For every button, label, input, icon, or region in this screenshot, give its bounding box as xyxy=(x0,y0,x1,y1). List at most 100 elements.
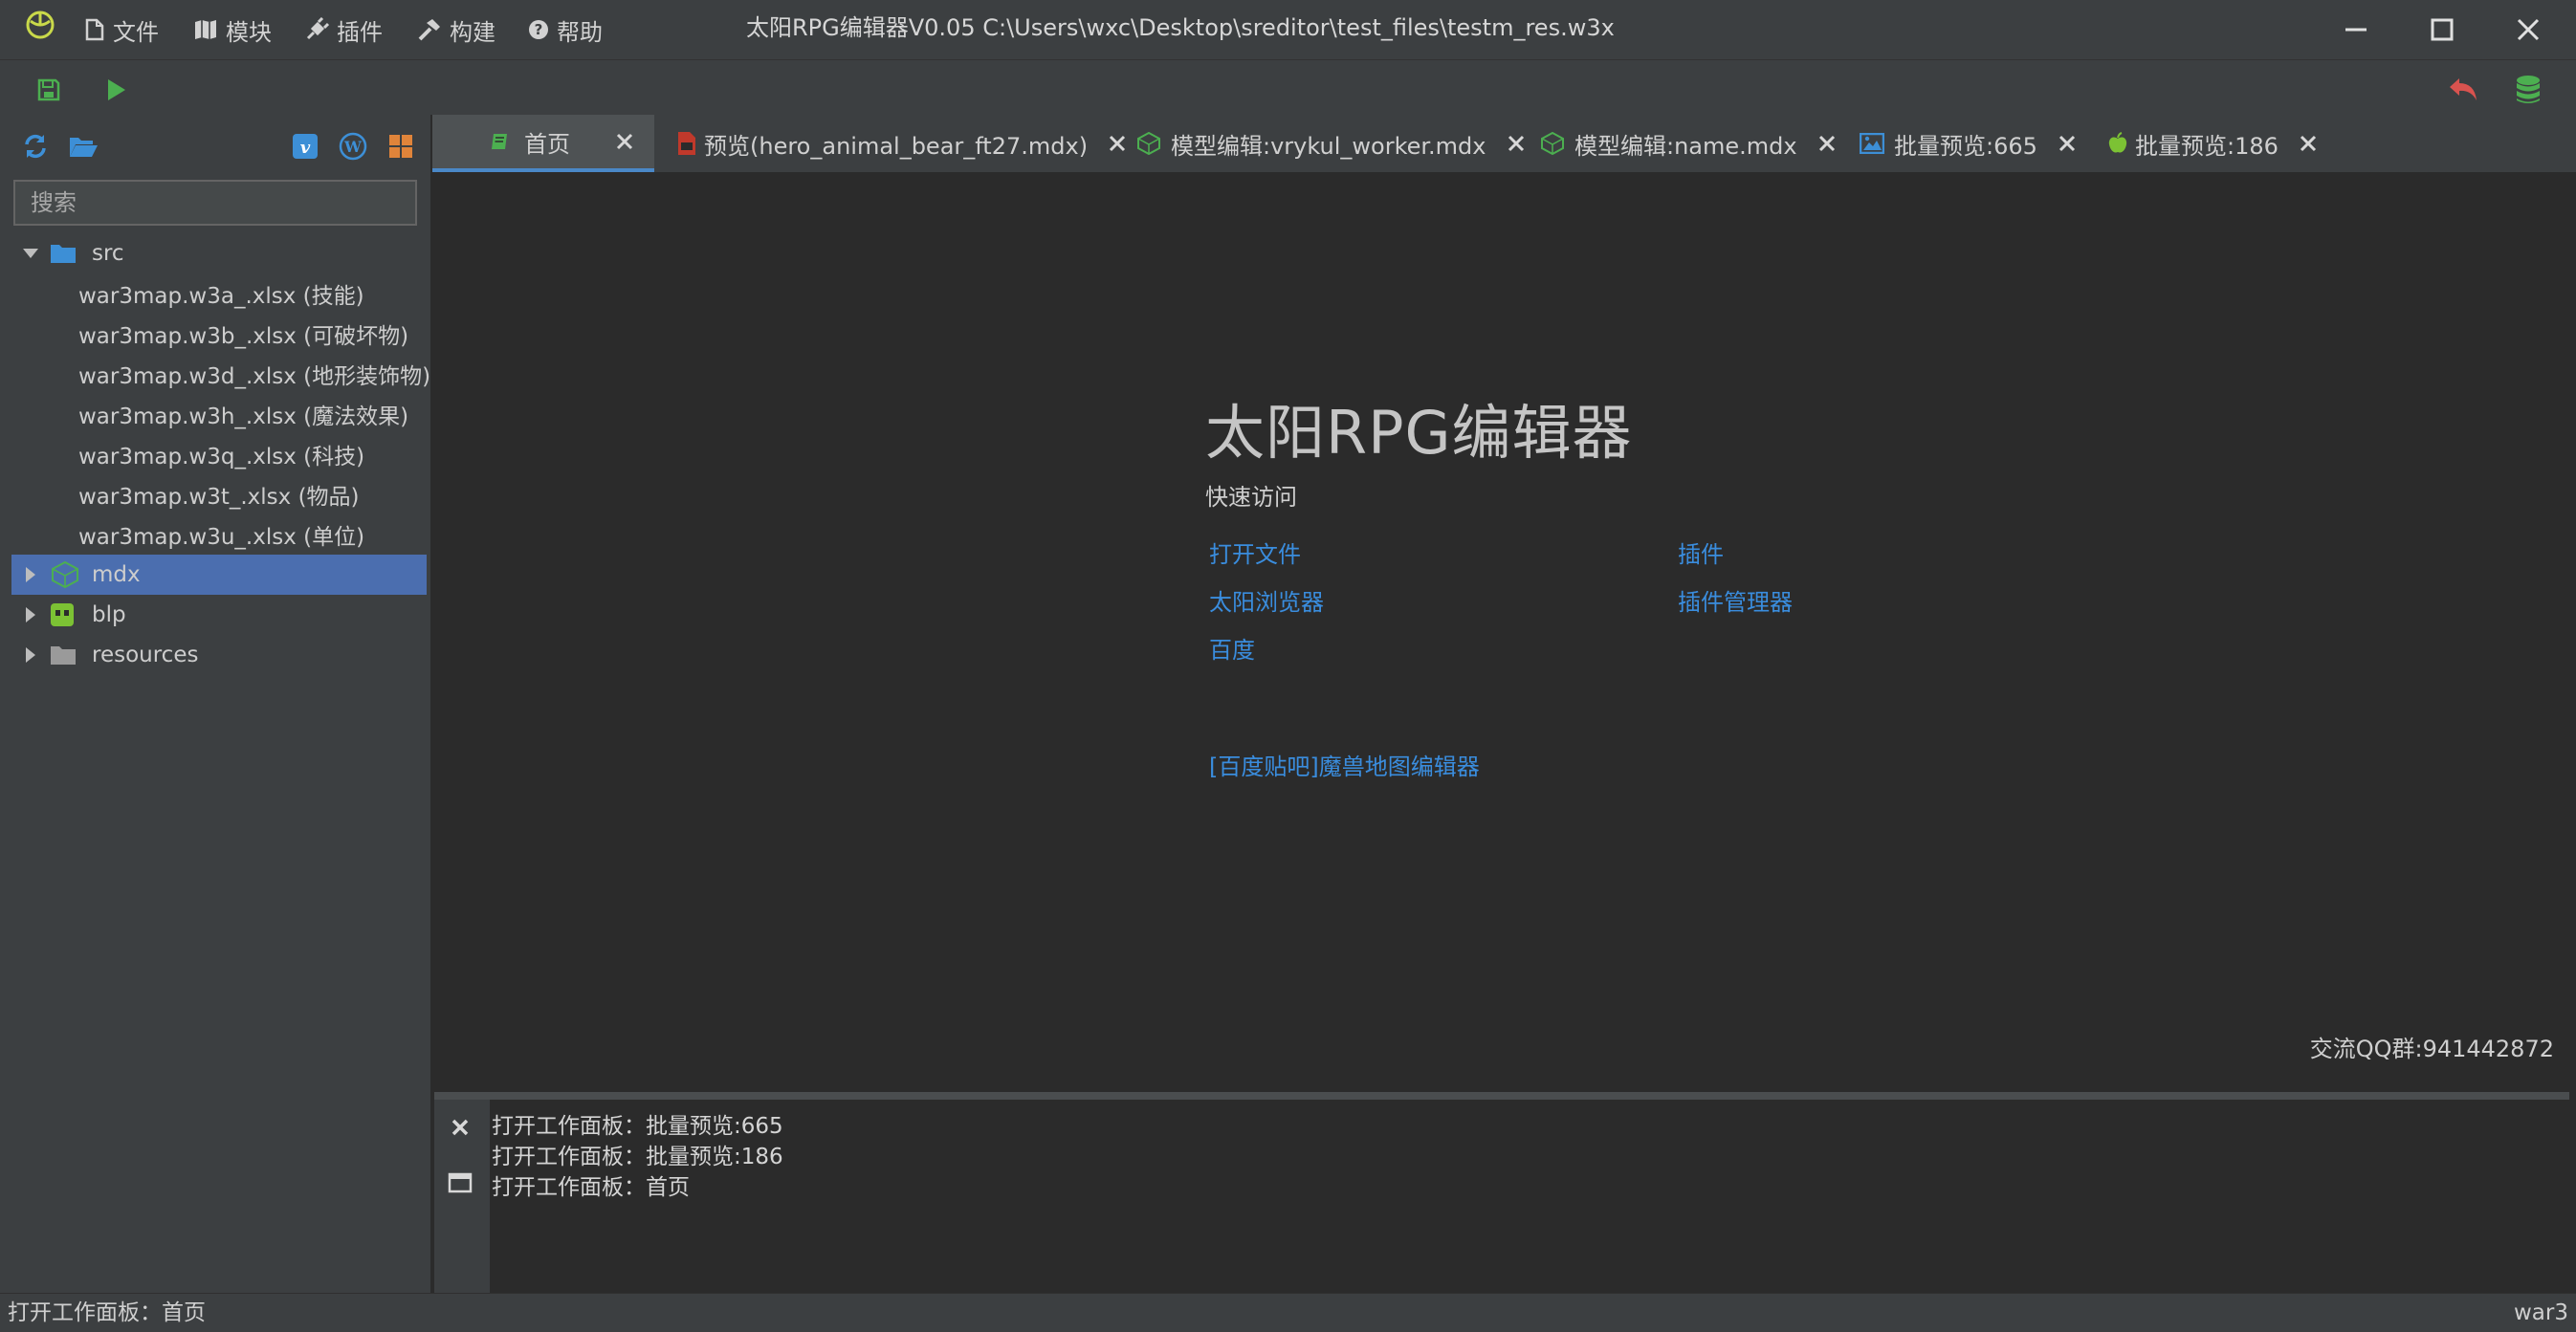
open-folder-button[interactable] xyxy=(67,130,99,163)
tree-folder-blp[interactable]: blp xyxy=(11,595,427,635)
tab-label: 批量预览:665 xyxy=(1894,132,2037,160)
tree-item-w3d[interactable]: war3map.w3d_.xlsx (地形装饰物) xyxy=(11,354,430,394)
windows-icon xyxy=(387,133,414,160)
status-message: 打开工作面板：首页 xyxy=(8,1300,206,1325)
menu-build[interactable]: 构建 xyxy=(417,0,495,59)
tree-item-w3h[interactable]: war3map.w3h_.xlsx (魔法效果) xyxy=(11,394,427,434)
wordpress-button[interactable]: W xyxy=(337,130,369,163)
project-sidebar: v W src war3map.w3a_.xlsx (技能) war3map.w… xyxy=(0,115,432,1293)
chevron-right-icon[interactable] xyxy=(11,646,50,664)
folder-icon xyxy=(50,644,82,666)
window-icon xyxy=(448,1172,473,1193)
close-icon xyxy=(450,1117,471,1138)
log-line: 打开工作面板：批量预览:186 xyxy=(492,1145,783,1169)
model-icon xyxy=(1136,132,1161,155)
sun-browser-link[interactable]: 太阳浏览器 xyxy=(1209,583,1324,617)
maximize-icon xyxy=(2430,17,2455,42)
plugin-manager-link[interactable]: 插件管理器 xyxy=(1678,583,1793,617)
close-icon[interactable] xyxy=(1818,135,1836,152)
maximize-button[interactable] xyxy=(2399,0,2485,59)
database-button[interactable] xyxy=(2510,72,2546,108)
tab-batch-preview-186[interactable]: 批量预览:186 xyxy=(2108,115,2317,172)
tab-label: 首页 xyxy=(524,130,570,158)
clear-log-button[interactable] xyxy=(450,1117,471,1138)
tree-label: war3map.w3a_.xlsx (技能) xyxy=(78,284,364,309)
search-input[interactable] xyxy=(13,180,417,226)
refresh-button[interactable] xyxy=(19,130,52,163)
menu-help-label: 帮助 xyxy=(557,18,603,46)
tree-item-w3u[interactable]: war3map.w3u_.xlsx (单位) xyxy=(11,514,427,555)
tieba-link[interactable]: [百度贴吧]魔兽地图编辑器 xyxy=(1209,748,1480,781)
close-icon[interactable] xyxy=(2059,135,2076,152)
tree-label: war3map.w3u_.xlsx (单位) xyxy=(78,525,365,550)
close-icon[interactable] xyxy=(616,133,633,150)
save-icon xyxy=(36,77,61,102)
status-bar: 打开工作面板：首页 war3 xyxy=(0,1293,2576,1332)
menu-help[interactable]: ? 帮助 xyxy=(528,0,603,59)
svg-text:v: v xyxy=(300,138,311,158)
tree-item-w3a[interactable]: war3map.w3a_.xlsx (技能) xyxy=(11,273,427,314)
tab-bar: 首页 预览(hero_animal_bear_ft27.mdx) 模型编辑:vr… xyxy=(432,115,2576,172)
chevron-right-icon[interactable] xyxy=(11,606,50,623)
tab-label: 预览(hero_animal_bear_ft27.mdx) xyxy=(704,132,1089,160)
toggle-log-button[interactable] xyxy=(448,1172,473,1193)
menu-module-label: 模块 xyxy=(226,18,272,46)
title-bar: 文件 模块 插件 构建 ? 帮助 太阳RPG编辑器V0.05 C:\Users\… xyxy=(0,0,2576,59)
tab-preview[interactable]: 预览(hero_animal_bear_ft27.mdx) xyxy=(677,115,1126,172)
tab-model-edit-name[interactable]: 模型编辑:name.mdx xyxy=(1540,115,1836,172)
tab-model-edit-vrykul[interactable]: 模型编辑:vrykul_worker.mdx xyxy=(1136,115,1525,172)
database-icon xyxy=(2515,75,2542,105)
undo-button[interactable] xyxy=(2445,72,2481,108)
chevron-down-icon[interactable] xyxy=(11,247,50,260)
plug-icon xyxy=(304,17,337,42)
close-icon xyxy=(2516,17,2541,42)
menu-module[interactable]: 模块 xyxy=(193,0,272,59)
tree-item-w3b[interactable]: war3map.w3b_.xlsx (可破坏物) xyxy=(11,314,427,354)
plugins-link[interactable]: 插件 xyxy=(1678,535,1724,569)
tree-folder-mdx[interactable]: mdx xyxy=(11,555,427,595)
tree-item-w3q[interactable]: war3map.w3q_.xlsx (科技) xyxy=(11,434,427,474)
tree-label: mdx xyxy=(92,562,141,587)
panel-splitter[interactable] xyxy=(434,1092,2569,1100)
save-button[interactable] xyxy=(33,74,65,106)
svg-text:W: W xyxy=(343,138,363,156)
close-window-button[interactable] xyxy=(2485,0,2571,59)
hammer-icon xyxy=(417,17,450,42)
chevron-right-icon[interactable] xyxy=(11,566,50,583)
tree-label: war3map.w3t_.xlsx (物品) xyxy=(78,485,360,510)
tree-folder-src[interactable]: src xyxy=(11,233,427,273)
minimize-button[interactable] xyxy=(2313,0,2399,59)
log-line: 打开工作面板：批量预览:665 xyxy=(492,1114,783,1139)
undo-icon xyxy=(2448,76,2478,104)
model-icon xyxy=(1540,132,1565,155)
baidu-link[interactable]: 百度 xyxy=(1209,631,1255,665)
tree-label: war3map.w3b_.xlsx (可破坏物) xyxy=(78,324,409,349)
menu-plugin[interactable]: 插件 xyxy=(304,0,383,59)
wordpress-icon: W xyxy=(339,132,367,161)
toolbar xyxy=(0,59,2576,116)
close-icon[interactable] xyxy=(1109,135,1126,152)
vimeo-icon: v xyxy=(292,133,319,160)
close-icon[interactable] xyxy=(1508,135,1525,152)
open-file-link[interactable]: 打开文件 xyxy=(1209,535,1301,569)
home-page: 太阳RPG编辑器 快速访问 打开文件 插件 太阳浏览器 插件管理器 百度 [百度… xyxy=(434,172,2567,1092)
menu-plugin-label: 插件 xyxy=(337,18,383,46)
tab-label: 模型编辑:vrykul_worker.mdx xyxy=(1171,132,1486,160)
status-mode: war3 xyxy=(2514,1300,2568,1325)
tab-batch-preview-665[interactable]: 批量预览:665 xyxy=(1860,115,2076,172)
tree-folder-resources[interactable]: resources xyxy=(11,635,427,675)
window-title: 太阳RPG编辑器V0.05 C:\Users\wxc\Desktop\sredi… xyxy=(746,14,1615,41)
windows-button[interactable] xyxy=(385,130,417,163)
refresh-icon xyxy=(22,133,49,160)
run-button[interactable] xyxy=(99,74,132,106)
tab-home[interactable]: 首页 xyxy=(432,115,654,172)
page-title: 太阳RPG编辑器 xyxy=(1205,398,1633,468)
app-logo-icon xyxy=(25,10,55,40)
close-icon[interactable] xyxy=(2300,135,2317,152)
menu-file[interactable]: 文件 xyxy=(84,0,159,59)
model-icon xyxy=(50,560,82,589)
menu-file-label: 文件 xyxy=(113,18,159,46)
tree-item-w3t[interactable]: war3map.w3t_.xlsx (物品) xyxy=(11,474,427,514)
map-icon xyxy=(193,18,226,41)
vimeo-button[interactable]: v xyxy=(289,130,321,163)
